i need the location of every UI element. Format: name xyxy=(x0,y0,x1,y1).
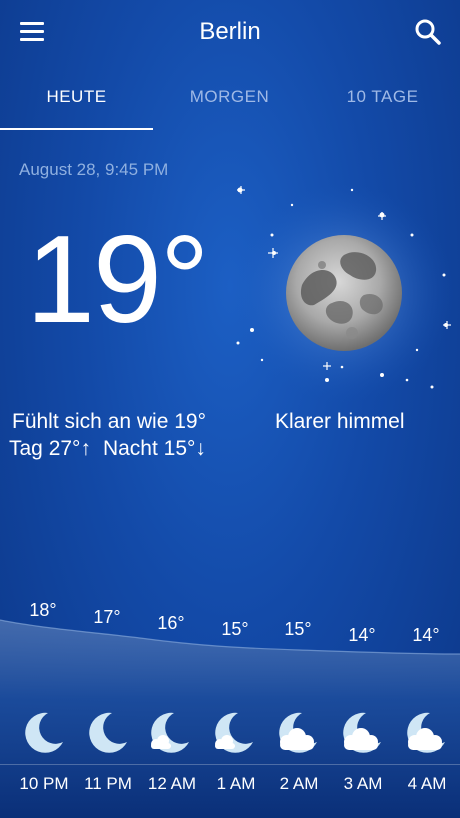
tab-10-tage[interactable]: 10 TAGE xyxy=(306,72,459,128)
tab-heute[interactable]: HEUTE xyxy=(0,72,153,130)
day-high: Tag 27°↑ xyxy=(9,437,91,460)
hour-label-1am: 1 AM xyxy=(216,774,256,793)
hour-label-3am: 3 AM xyxy=(343,774,383,793)
moon-cloud-icon xyxy=(279,712,317,753)
tab-morgen[interactable]: MORGEN xyxy=(153,72,306,128)
moon-icon xyxy=(89,712,127,753)
hour-temp-4am: 14° xyxy=(412,625,440,645)
city-title: Berlin xyxy=(199,18,261,45)
hour-temp-11pm: 17° xyxy=(93,607,121,627)
current-temperature: 19° xyxy=(26,211,210,349)
hour-temp-10pm: 18° xyxy=(29,600,57,620)
day-tabs: HEUTE MORGEN 10 TAGE xyxy=(0,72,460,130)
moon-cloud-icon xyxy=(343,712,381,753)
moon-clear-night-icon xyxy=(234,183,454,403)
condition-text: Klarer himmel xyxy=(275,410,405,433)
hour-temp-2am: 15° xyxy=(284,619,312,639)
hour-temp-3am: 14° xyxy=(348,625,376,645)
hour-label-2am: 2 AM xyxy=(279,774,319,793)
moon-small-cloud-icon xyxy=(151,712,189,753)
hour-label-4am: 4 AM xyxy=(407,774,447,793)
day-night-temps: Tag 27°↑ Nacht 15°↓ xyxy=(9,437,218,461)
hour-label-11pm: 11 PM xyxy=(84,774,132,793)
hour-label-12am: 12 AM xyxy=(147,774,197,793)
hour-temp-12am: 16° xyxy=(157,613,185,633)
moon-small-cloud-icon xyxy=(215,712,253,753)
hour-temp-1am: 15° xyxy=(221,619,249,639)
moon-cloud-icon xyxy=(407,712,445,753)
feels-like: Fühlt sich an wie 19° xyxy=(12,410,206,433)
search-icon[interactable] xyxy=(414,18,442,46)
night-low: Nacht 15°↓ xyxy=(102,437,206,460)
divider xyxy=(0,764,460,765)
top-bar: Berlin xyxy=(0,0,460,64)
moon-icon xyxy=(25,712,63,753)
date-time: August 28, 9:45 PM xyxy=(19,160,169,179)
hour-label-10pm: 10 PM xyxy=(19,774,69,793)
